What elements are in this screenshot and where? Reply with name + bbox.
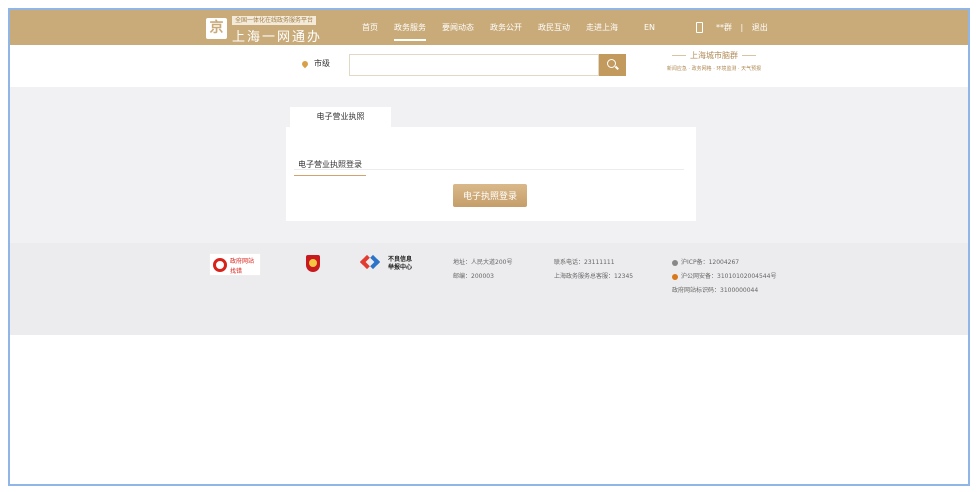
nav-disclosure[interactable]: 政务公开 <box>482 10 530 45</box>
city-brain-links[interactable]: 新闻应急 · 政务网格 · 环境监测 · 天气预报 <box>654 65 774 72</box>
tab-e-license[interactable]: 电子营业执照 <box>290 107 391 127</box>
logo-badge-icon: 京 <box>206 18 227 39</box>
browser-frame: 京 全国一体化在线政务服务平台 上海一网通办 首页 政务服务 要闻动态 政务公开… <box>8 8 970 486</box>
username[interactable]: **群 <box>716 23 732 32</box>
footer-contact-col: 联系电话：23111111 上海政务服务总客服：12345 <box>554 256 633 284</box>
find-error-sublabel: 找错 <box>230 268 243 275</box>
footer-police[interactable]: 沪公网安备：31010102004544号 <box>681 273 776 280</box>
nav-home[interactable]: 首页 <box>354 10 386 45</box>
party-emblem-icon[interactable] <box>306 255 320 272</box>
main-content: 电子营业执照 电子营业执照登录 电子执照登录 <box>10 87 968 243</box>
page-blank-area <box>10 335 968 484</box>
footer: 政府网站 找错 不良信息 举报中心 地址：人民大道200号 邮编：200003 … <box>10 243 968 335</box>
login-subtab-bar: 电子营业执照登录 <box>294 152 684 176</box>
footer-phone: 联系电话：23111111 <box>554 259 615 266</box>
find-error-label: 政府网站 <box>230 258 255 265</box>
find-error-icon <box>213 258 227 272</box>
report-center-icon[interactable] <box>359 254 381 273</box>
login-card: 电子营业执照登录 电子执照登录 <box>286 127 696 221</box>
logout-link[interactable]: 退出 <box>752 23 768 32</box>
footer-address: 地址：人民大道200号 <box>453 259 513 266</box>
site-logo[interactable]: 京 全国一体化在线政务服务平台 上海一网通办 <box>206 15 326 45</box>
region-selector[interactable]: 市级 <box>300 58 330 69</box>
city-brain-panel[interactable]: 上海城市脑群 新闻应急 · 政务网格 · 环境监测 · 天气预报 <box>654 50 774 72</box>
report-line1: 不良信息 <box>388 256 413 263</box>
icp-icon <box>672 259 678 266</box>
location-pin-icon <box>300 59 310 68</box>
search-bar-row: 市级 上海城市脑群 新闻应急 · 政务网格 · 环境监测 · 天气预报 <box>10 45 968 87</box>
nav-about-shanghai[interactable]: 走进上海 <box>578 10 626 45</box>
footer-address-col: 地址：人民大道200号 邮编：200003 <box>453 256 512 284</box>
footer-icp[interactable]: 沪ICP备：12004267 <box>681 259 739 266</box>
footer-postcode: 邮编：200003 <box>453 273 494 280</box>
footer-registration-col: 沪ICP备：12004267 沪公网安备：31010102004544号 政府网… <box>672 256 776 298</box>
search-input[interactable] <box>349 54 599 76</box>
language-switch[interactable]: EN <box>644 10 655 45</box>
region-label: 市级 <box>314 59 330 68</box>
nav-interaction[interactable]: 政民互动 <box>530 10 578 45</box>
mobile-icon[interactable] <box>696 22 703 33</box>
nav-news[interactable]: 要闻动态 <box>434 10 482 45</box>
separator: | <box>740 23 744 32</box>
search-button[interactable] <box>599 54 626 76</box>
report-center-label[interactable]: 不良信息 举报中心 <box>388 256 412 272</box>
nav-gov-services[interactable]: 政务服务 <box>386 10 434 45</box>
police-badge-icon <box>672 273 678 280</box>
logo-title: 上海一网通办 <box>232 30 323 45</box>
e-license-login-button[interactable]: 电子执照登录 <box>453 184 527 207</box>
logo-slogan: 全国一体化在线政务服务平台 <box>232 16 317 25</box>
user-area: **群 | 退出 <box>716 10 768 45</box>
top-header: 京 全国一体化在线政务服务平台 上海一网通办 首页 政务服务 要闻动态 政务公开… <box>10 10 968 45</box>
report-line2: 举报中心 <box>388 264 413 271</box>
subtab-e-license-login[interactable]: 电子营业执照登录 <box>294 158 366 176</box>
main-nav: 首页 政务服务 要闻动态 政务公开 政民互动 走进上海 <box>354 10 626 45</box>
footer-site-code: 政府网站标识码：3100000044 <box>672 287 759 294</box>
search-icon <box>607 59 616 68</box>
footer-hotline: 上海政务服务总客服：12345 <box>554 273 634 280</box>
city-brain-title: 上海城市脑群 <box>654 50 774 61</box>
find-error-badge[interactable]: 政府网站 找错 <box>209 253 261 276</box>
